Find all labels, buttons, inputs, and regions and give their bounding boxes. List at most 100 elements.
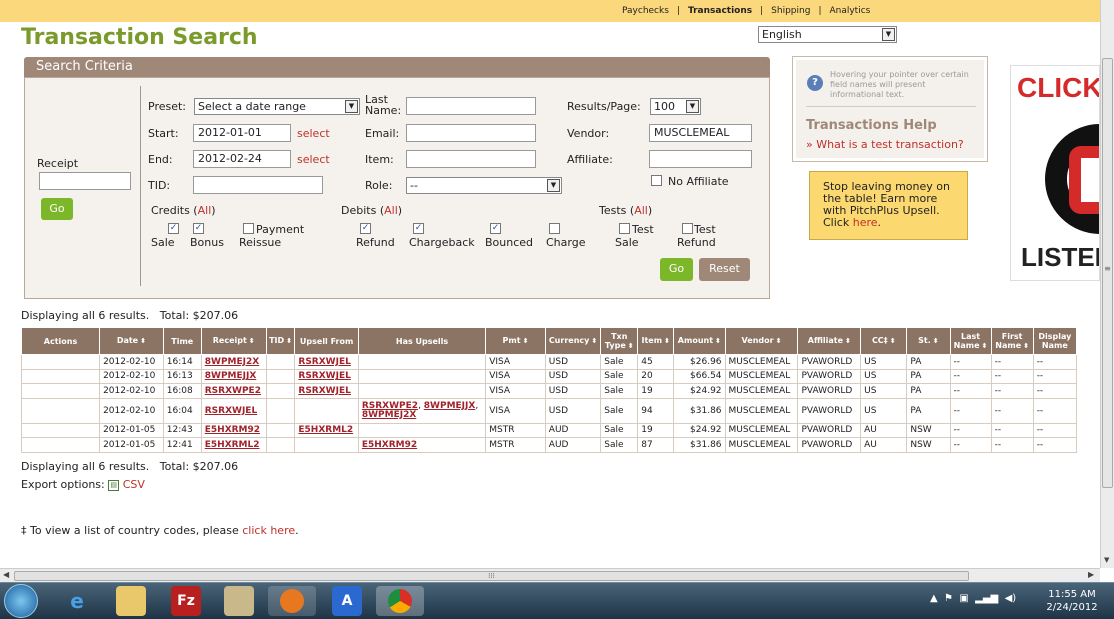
receipt-link[interactable]: 8WPMEJ2X xyxy=(362,410,416,420)
filezilla-icon[interactable]: Fz xyxy=(171,586,201,616)
sort-arrows-icon[interactable]: ⬍ xyxy=(628,342,634,350)
notes-app-icon[interactable] xyxy=(224,586,254,616)
sort-arrows-icon[interactable]: ⬍ xyxy=(591,337,597,345)
bonus-checkbox[interactable]: ✓ xyxy=(193,223,204,234)
charge-checkbox[interactable] xyxy=(549,223,560,234)
vertical-scroll-thumb[interactable]: ≡ xyxy=(1102,58,1113,488)
receipt-input[interactable] xyxy=(39,172,131,190)
preset-select[interactable]: Select a date range ▼ xyxy=(194,98,360,115)
end-date-input[interactable]: 2012-02-24 xyxy=(193,150,291,168)
promo-here-link[interactable]: here xyxy=(853,216,878,229)
nav-shipping[interactable]: Shipping xyxy=(771,6,810,16)
vendor-input[interactable]: MUSCLEMEAL xyxy=(649,124,752,142)
column-header-cc[interactable]: CC‡ ⬍ xyxy=(860,327,908,355)
column-header-currency[interactable]: Currency ⬍ xyxy=(544,327,602,355)
column-header-amount[interactable]: Amount ⬍ xyxy=(673,327,726,355)
receipt-link[interactable]: RSRXWJEL xyxy=(298,357,350,367)
sort-arrows-icon[interactable]: ⬍ xyxy=(523,337,529,345)
reset-button[interactable]: Reset xyxy=(699,258,750,281)
start-button[interactable] xyxy=(4,584,38,618)
test-transaction-help-link[interactable]: » What is a test transaction? xyxy=(806,138,964,151)
sort-arrows-icon[interactable]: ⬍ xyxy=(890,337,896,345)
column-header-vendor[interactable]: Vendor ⬍ xyxy=(724,327,799,355)
column-header-st[interactable]: St. ⬍ xyxy=(906,327,951,355)
receipt-link[interactable]: RSRXWJEL xyxy=(298,371,350,381)
column-header-has-upsells[interactable]: Has Upsells xyxy=(357,327,487,355)
sort-arrows-icon[interactable]: ⬍ xyxy=(933,337,939,345)
app-a-icon[interactable]: A xyxy=(332,586,362,616)
sort-arrows-icon[interactable]: ⬍ xyxy=(715,337,721,345)
receipt-link[interactable]: 8WPMEJ2X xyxy=(205,357,259,367)
column-header-tid[interactable]: TID ⬍ xyxy=(265,327,296,355)
vertical-scrollbar[interactable]: ≡ ▼ xyxy=(1100,0,1114,568)
receipt-link[interactable]: E5HXRML2 xyxy=(298,425,353,435)
horizontal-scrollbar[interactable]: ◀ ⁞⁞⁞ ▶ xyxy=(0,568,1100,582)
tid-input[interactable] xyxy=(193,176,323,194)
results-per-page-select[interactable]: 100 ▼ xyxy=(650,98,701,115)
sort-arrows-icon[interactable]: ⬍ xyxy=(286,337,292,345)
column-header-pmt[interactable]: Pmt ⬍ xyxy=(485,327,546,355)
sort-arrows-icon[interactable]: ⬍ xyxy=(776,337,782,345)
last-name-input[interactable] xyxy=(406,97,536,115)
firefox-icon[interactable] xyxy=(268,586,316,616)
receipt-link[interactable]: 8WPMEJJX xyxy=(424,401,476,411)
scroll-right-icon[interactable]: ▶ xyxy=(1088,570,1094,579)
column-header-actions[interactable]: Actions xyxy=(20,327,101,355)
chargeback-checkbox[interactable]: ✓ xyxy=(413,223,424,234)
item-input[interactable] xyxy=(406,150,536,168)
receipt-link[interactable]: RSRXWJEL xyxy=(205,406,257,416)
nav-transactions[interactable]: Transactions xyxy=(688,6,752,16)
system-tray[interactable]: ▲ ⚑ ▣ ▂▄▆ ◀) xyxy=(930,593,1016,604)
column-header-first-name[interactable]: First Name ⬍ xyxy=(990,327,1034,355)
no-affiliate-checkbox[interactable] xyxy=(651,175,662,186)
receipt-link[interactable]: 8WPMEJJX xyxy=(205,371,257,381)
sale-checkbox[interactable]: ✓ xyxy=(168,223,179,234)
column-header-receipt[interactable]: Receipt ⬍ xyxy=(200,327,267,355)
affiliate-input[interactable] xyxy=(649,150,752,168)
nav-paychecks[interactable]: Paychecks xyxy=(622,6,669,16)
sort-arrows-icon[interactable]: ⬍ xyxy=(140,337,146,345)
file-explorer-icon[interactable] xyxy=(116,586,146,616)
bounced-checkbox[interactable]: ✓ xyxy=(490,223,501,234)
column-header-last-name[interactable]: Last Name ⬍ xyxy=(949,327,992,355)
chrome-icon[interactable] xyxy=(376,586,424,616)
sort-arrows-icon[interactable]: ⬍ xyxy=(664,337,670,345)
taskbar-clock[interactable]: 11:55 AM 2/24/2012 xyxy=(1042,588,1102,614)
receipt-link[interactable]: E5HXRM92 xyxy=(362,440,417,450)
receipt-go-button[interactable]: Go xyxy=(41,198,73,220)
refund-checkbox[interactable]: ✓ xyxy=(360,223,371,234)
role-select[interactable]: -- ▼ xyxy=(406,177,562,194)
column-header-upsell-from[interactable]: Upsell From xyxy=(294,327,359,355)
end-select-link[interactable]: select xyxy=(297,153,330,166)
column-header-item[interactable]: Item ⬍ xyxy=(637,327,675,355)
sort-arrows-icon[interactable]: ⬍ xyxy=(249,337,255,345)
country-codes-link[interactable]: click here xyxy=(242,524,295,537)
sort-arrows-icon[interactable]: ⬍ xyxy=(982,342,988,350)
receipt-link[interactable]: RSRXWPE2 xyxy=(205,386,261,396)
sort-arrows-icon[interactable]: ⬍ xyxy=(845,337,851,345)
column-header-date[interactable]: Date ⬍ xyxy=(99,327,164,355)
receipt-link[interactable]: E5HXRM92 xyxy=(205,425,260,435)
sort-arrows-icon[interactable]: ⬍ xyxy=(1023,342,1029,350)
debits-all-link[interactable]: All xyxy=(384,204,398,217)
receipt-link[interactable]: E5HXRML2 xyxy=(205,440,260,450)
column-header-time[interactable]: Time xyxy=(162,327,202,355)
scroll-left-icon[interactable]: ◀ xyxy=(3,570,9,579)
column-header-affiliate[interactable]: Affiliate ⬍ xyxy=(797,327,862,355)
receipt-link[interactable]: RSRXWJEL xyxy=(298,386,350,396)
email-input[interactable] xyxy=(406,124,536,142)
search-go-button[interactable]: Go xyxy=(660,258,693,281)
horizontal-scroll-thumb[interactable]: ⁞⁞⁞ xyxy=(14,571,969,581)
column-header-txn-type[interactable]: Txn Type ⬍ xyxy=(600,327,639,355)
start-select-link[interactable]: select xyxy=(297,127,330,140)
start-date-input[interactable]: 2012-01-01 xyxy=(193,124,291,142)
scroll-down-icon[interactable]: ▼ xyxy=(1104,556,1109,564)
nav-analytics[interactable]: Analytics xyxy=(829,6,870,16)
internet-explorer-icon[interactable]: e xyxy=(62,586,92,616)
tests-all-link[interactable]: All xyxy=(634,204,648,217)
credits-all-link[interactable]: All xyxy=(198,204,212,217)
export-csv-link[interactable]: CSV xyxy=(123,478,145,491)
language-select[interactable]: English ▼ xyxy=(758,26,897,43)
column-header-display-name[interactable]: Display Name xyxy=(1032,327,1078,355)
advertisement-banner[interactable]: CLICK LISTEN xyxy=(1010,65,1100,281)
